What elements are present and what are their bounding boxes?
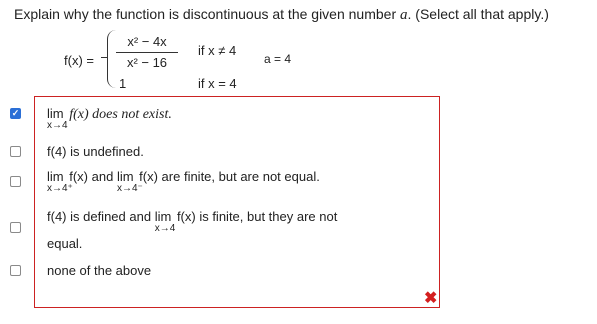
checkbox[interactable] bbox=[10, 146, 21, 157]
option-text: none of the above bbox=[47, 263, 152, 278]
incorrect-x-icon: ✖ bbox=[424, 290, 438, 307]
denominator: x² − 16 bbox=[126, 55, 168, 70]
brace-point bbox=[101, 57, 108, 58]
option-text: lim x→4⁺ f(x) and lim x→4⁻ f(x) are finite… bbox=[47, 169, 320, 194]
checkbox-checked[interactable]: ✓ bbox=[10, 108, 21, 119]
option-text: f(4) is defined and lim x→4 f(x) is finit… bbox=[47, 209, 338, 234]
fraction: x² − 4x x² − 16 bbox=[116, 34, 178, 70]
function-label: f(x) = bbox=[64, 53, 94, 68]
checkbox[interactable] bbox=[10, 265, 21, 276]
numerator: x² − 4x bbox=[127, 34, 167, 49]
option-text: f(4) is undefined. bbox=[47, 144, 144, 159]
checkbox[interactable] bbox=[10, 222, 21, 233]
option-text-continued: equal. bbox=[47, 236, 83, 251]
check-icon: ✓ bbox=[11, 108, 20, 118]
case-condition-1: if x ≠ 4 bbox=[198, 43, 237, 58]
question-variable: a bbox=[400, 7, 408, 23]
case-condition-2: if x = 4 bbox=[198, 76, 237, 91]
checkbox[interactable] bbox=[10, 176, 21, 187]
given-number: a = 4 bbox=[264, 52, 292, 66]
question-prompt: Explain why the function is discontinuou… bbox=[14, 6, 549, 23]
option-text: lim x→4 f(x) does not exist. bbox=[47, 106, 172, 131]
case-value-2: 1 bbox=[119, 76, 127, 91]
fraction-bar bbox=[116, 52, 178, 53]
